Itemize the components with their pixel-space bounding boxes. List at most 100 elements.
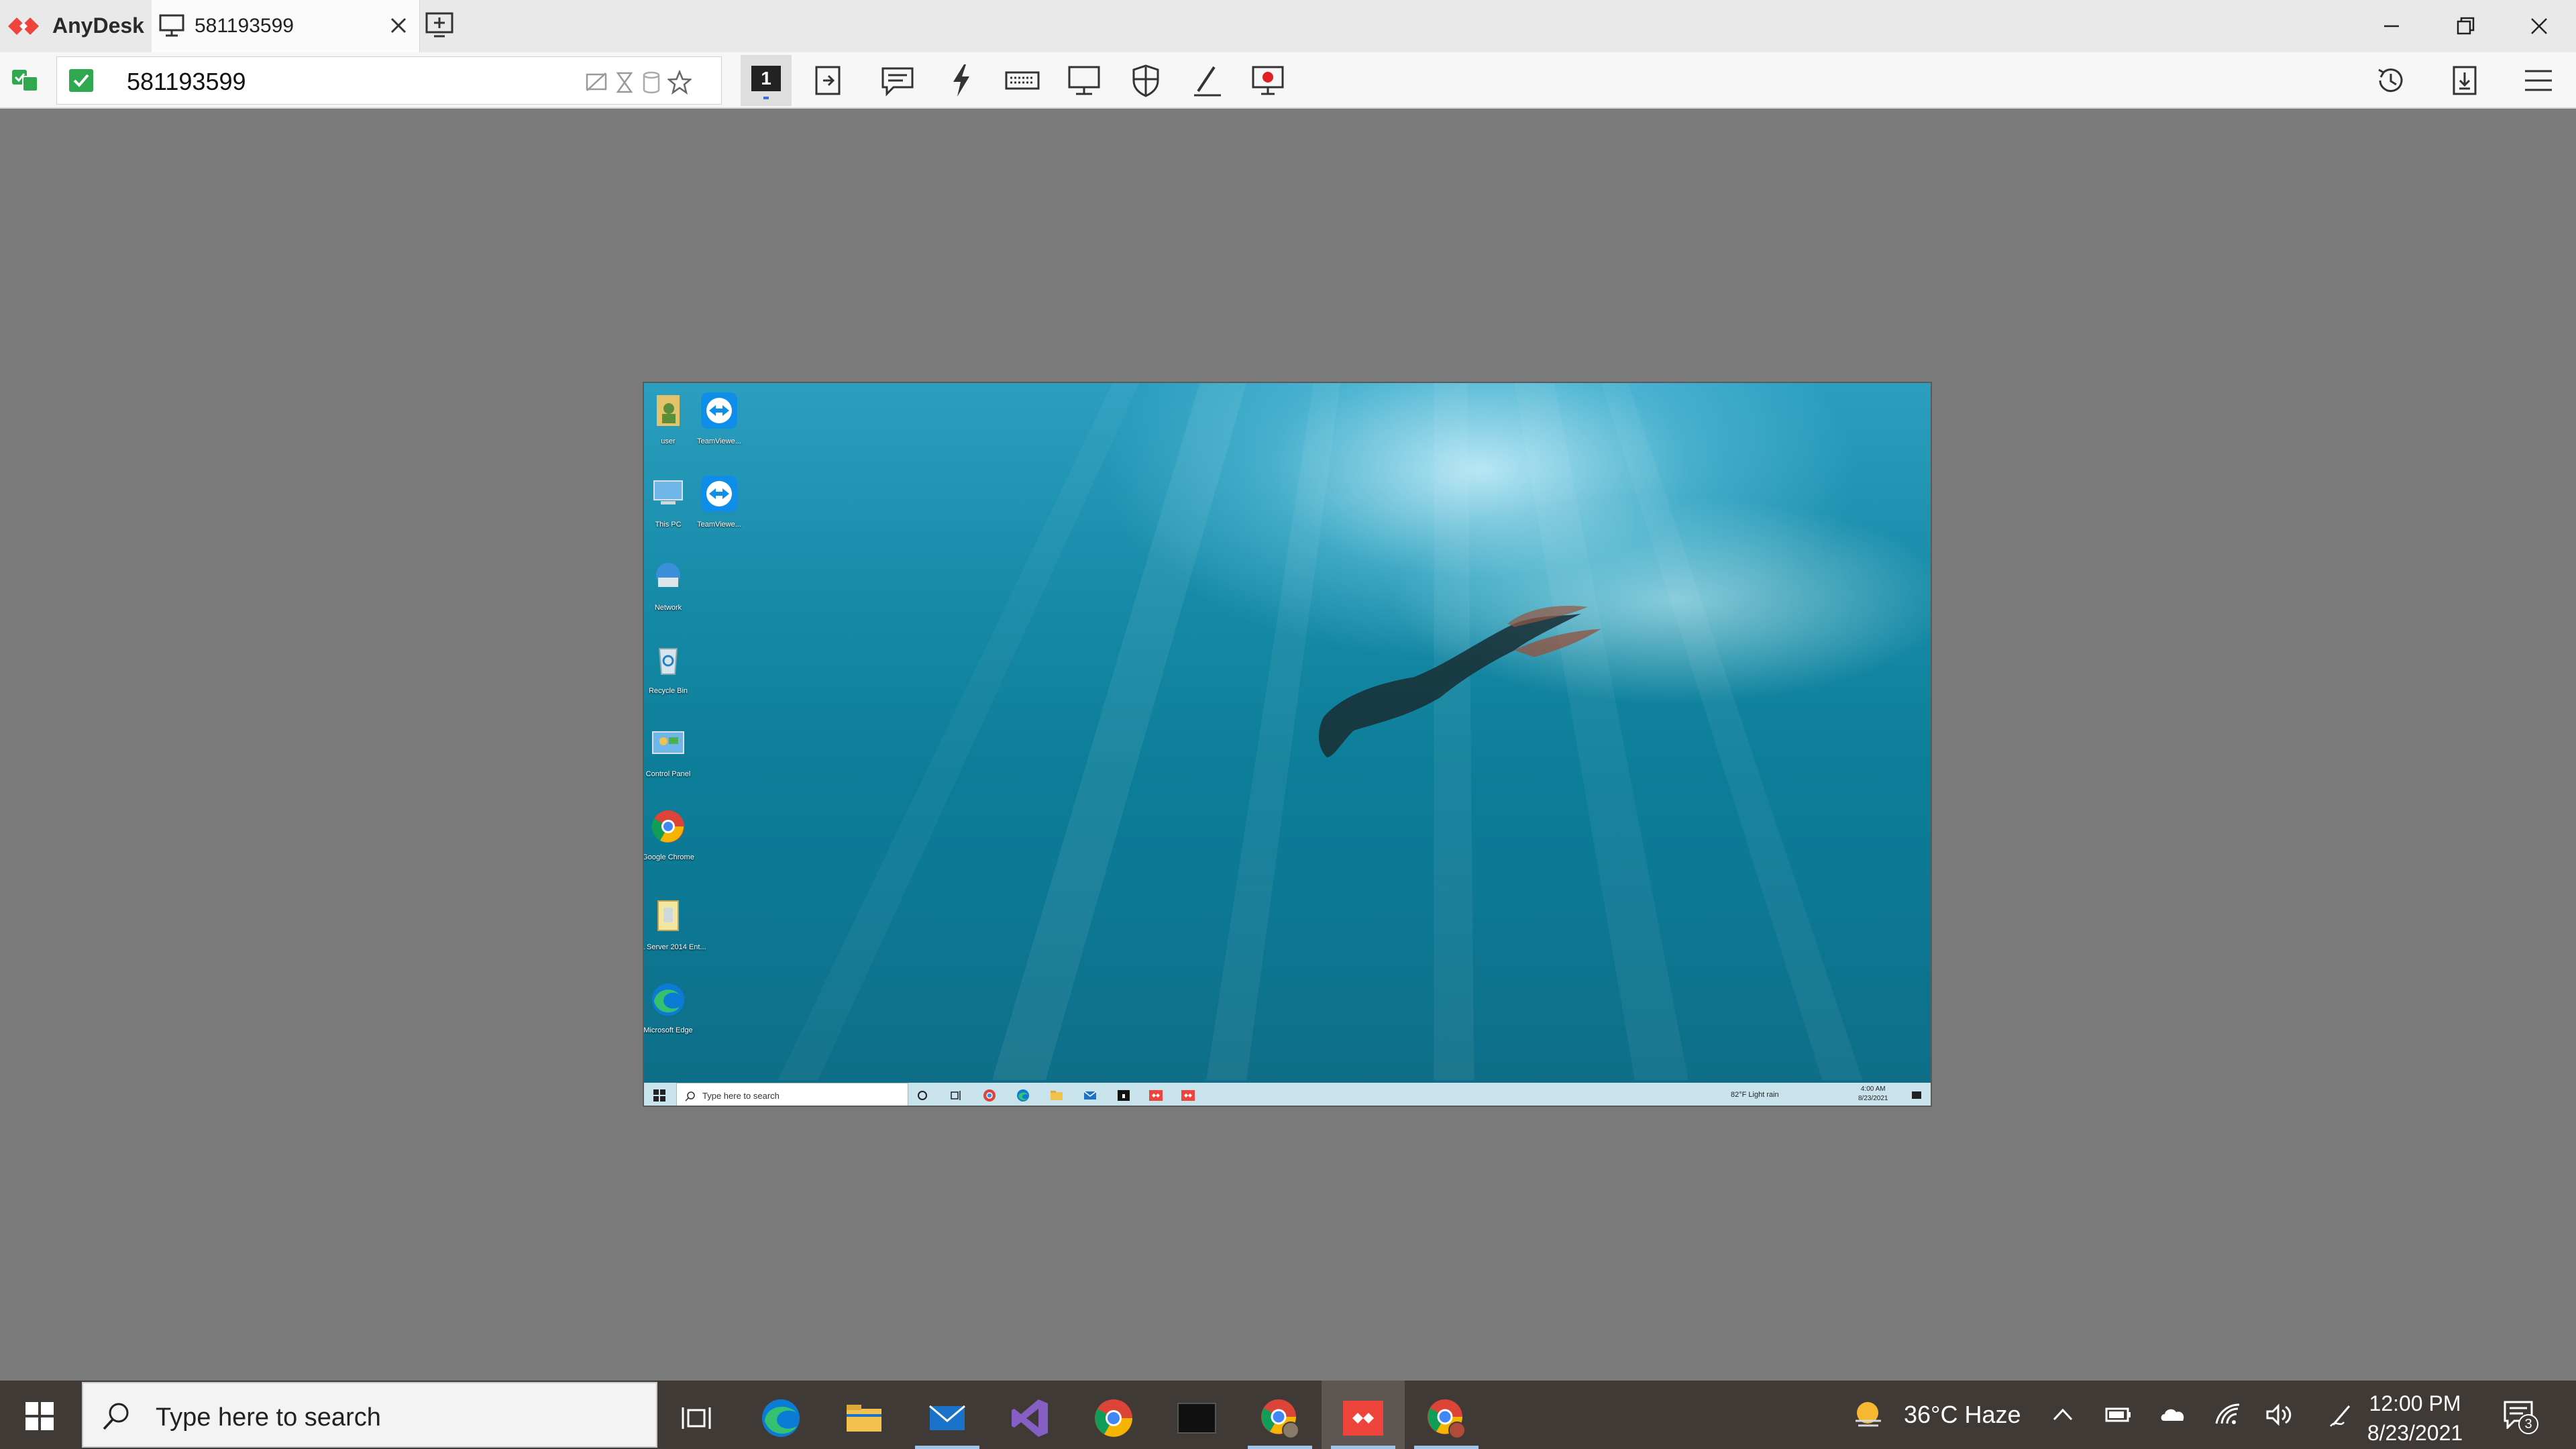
- desktop-icon-label: TeamViewe...: [697, 521, 741, 529]
- visual-studio-icon: [1012, 1399, 1048, 1437]
- desktop-icon-teamviewer-1[interactable]: TeamViewe...: [665, 387, 773, 446]
- clock-time: 12:00 PM: [2369, 1391, 2461, 1415]
- desktop-icon-microsoft-edge[interactable]: Microsoft Edge: [644, 976, 722, 1035]
- volume-icon[interactable]: [2263, 1399, 2294, 1430]
- edge-icon: [652, 983, 684, 1016]
- taskbar-edge-button[interactable]: [739, 1381, 822, 1449]
- taskbar-visual-studio-button[interactable]: [989, 1381, 1072, 1449]
- taskbar-file-explorer-button[interactable]: [822, 1381, 906, 1449]
- chrome-profile-icon: [1428, 1399, 1466, 1439]
- tab-label: 581193599: [195, 15, 294, 37]
- connection-status-icon[interactable]: [9, 64, 42, 97]
- taskbar-chrome-profile-2-button[interactable]: [1405, 1381, 1488, 1449]
- desktop-icon-sql-server[interactable]: SQL Server 2014 Ent...: [644, 893, 722, 952]
- notification-center-button[interactable]: 3: [2502, 1397, 2541, 1434]
- session-tab[interactable]: 581193599: [152, 0, 420, 52]
- remote-weather[interactable]: 82°F Light rain: [1731, 1091, 1779, 1099]
- remote-search-box[interactable]: Type here to search: [676, 1083, 908, 1106]
- chrome-profile-icon: [1261, 1399, 1299, 1439]
- monitor-1-button[interactable]: 1: [741, 55, 792, 106]
- remote-taskbar: Type here to search 82°F Light rain 4:00…: [644, 1083, 1931, 1106]
- keyboard-icon[interactable]: [1004, 62, 1041, 99]
- remote-clock[interactable]: 4:00 AM 8/23/2021: [1858, 1085, 1888, 1104]
- desktop-icon-recycle-bin[interactable]: Recycle Bin: [644, 637, 722, 696]
- running-indicator: [1414, 1446, 1479, 1449]
- record-session-icon[interactable]: [1249, 62, 1287, 99]
- desktop-icon-label: Control Panel: [645, 770, 691, 778]
- address-bar[interactable]: 581193599: [56, 56, 722, 105]
- wallpaper-diver: [1318, 606, 1602, 757]
- display-settings-icon[interactable]: [1065, 62, 1103, 99]
- running-indicator: [1248, 1446, 1312, 1449]
- windows-start-icon[interactable]: [25, 1402, 54, 1430]
- database-icon[interactable]: [639, 69, 663, 96]
- remote-anydesk-icon-2[interactable]: [1181, 1088, 1195, 1103]
- taskbar-chrome-button[interactable]: [1072, 1381, 1155, 1449]
- restore-icon[interactable]: [2449, 9, 2482, 43]
- onedrive-cloud-icon[interactable]: [2157, 1399, 2188, 1430]
- app-name: AnyDesk: [52, 13, 144, 38]
- battery-icon[interactable]: [2102, 1399, 2133, 1430]
- wifi-icon[interactable]: [2212, 1399, 2243, 1430]
- task-view-button[interactable]: [656, 1381, 739, 1449]
- taskbar-terminal-button[interactable]: [1155, 1381, 1238, 1449]
- remote-notification-icon[interactable]: [1909, 1088, 1924, 1103]
- actions-lightning-icon[interactable]: [943, 62, 980, 99]
- session-toolbar: 581193599 1: [0, 52, 2576, 109]
- remote-anydesk-icon[interactable]: [1148, 1088, 1163, 1103]
- monitor-1-badge: 1: [751, 66, 781, 91]
- taskbar-mail-button[interactable]: [906, 1381, 989, 1449]
- remote-time: 4:00 AM: [1860, 1085, 1886, 1093]
- remote-mail-icon[interactable]: [1083, 1088, 1097, 1103]
- notification-count-badge: 3: [2518, 1414, 2538, 1434]
- task-view-icon: [682, 1407, 711, 1429]
- desktop-icon-network[interactable]: Network: [644, 553, 722, 612]
- remote-start-icon[interactable]: [653, 1089, 665, 1102]
- desktop-icon-label: Network: [654, 604, 682, 612]
- chrome-icon: [651, 810, 684, 843]
- close-window-icon[interactable]: [2522, 9, 2556, 43]
- taskbar-search-box[interactable]: Type here to search: [82, 1382, 657, 1448]
- system-clock[interactable]: 12:00 PM 8/23/2021: [2361, 1389, 2469, 1448]
- taskbar-chrome-profile-button[interactable]: [1238, 1381, 1322, 1449]
- chat-icon[interactable]: [879, 62, 916, 99]
- remote-terminal-icon[interactable]: [1116, 1088, 1131, 1103]
- hourglass-icon[interactable]: [612, 69, 637, 96]
- desktop-icon-teamviewer-2[interactable]: TeamViewe...: [665, 470, 773, 529]
- pen-workspace-icon[interactable]: [2326, 1399, 2357, 1430]
- clock-date: 8/23/2021: [2367, 1421, 2463, 1445]
- file-explorer-icon: [847, 1405, 881, 1432]
- close-tab-icon[interactable]: [385, 12, 412, 39]
- file-transfer-icon[interactable]: [810, 62, 847, 99]
- history-icon[interactable]: [2372, 62, 2410, 99]
- remote-chrome-icon[interactable]: [982, 1088, 997, 1103]
- remote-explorer-icon[interactable]: [1049, 1088, 1064, 1103]
- remote-desktop-view[interactable]: user TeamViewe... This PC TeamViewe... N…: [643, 382, 1932, 1107]
- teamviewer-icon: [701, 392, 737, 429]
- minimize-icon[interactable]: [2375, 9, 2408, 43]
- remote-cortana-icon[interactable]: [915, 1088, 930, 1103]
- taskbar-anydesk-button[interactable]: [1322, 1381, 1405, 1449]
- anydesk-logo-icon: [8, 17, 39, 35]
- remote-date: 8/23/2021: [1858, 1095, 1888, 1102]
- teamviewer-icon: [701, 476, 737, 512]
- chevron-up-icon[interactable]: [2047, 1399, 2078, 1430]
- address-input[interactable]: 581193599: [127, 68, 246, 96]
- favorite-star-icon[interactable]: [667, 69, 692, 96]
- permissions-shield-icon[interactable]: [1127, 62, 1165, 99]
- remote-edge-icon[interactable]: [1016, 1088, 1030, 1103]
- desktop-icon-google-chrome[interactable]: Google Chrome: [644, 803, 722, 862]
- remote-search-placeholder: Type here to search: [702, 1091, 780, 1101]
- download-install-icon[interactable]: [2446, 62, 2483, 99]
- edge-icon: [762, 1399, 800, 1437]
- hamburger-menu-icon[interactable]: [2520, 62, 2557, 99]
- remote-task-view-icon[interactable]: [949, 1088, 963, 1103]
- weather-text[interactable]: 36°C Haze: [1904, 1401, 2021, 1429]
- remote-search-icon: [685, 1091, 695, 1102]
- whiteboard-pen-icon[interactable]: [1189, 62, 1226, 99]
- new-tab-icon[interactable]: [424, 11, 455, 39]
- haze-weather-icon[interactable]: [1851, 1398, 1885, 1432]
- no-wallpaper-icon[interactable]: [584, 69, 608, 96]
- desktop-icon-control-panel[interactable]: Control Panel: [644, 720, 722, 779]
- verified-check-icon: [69, 69, 93, 92]
